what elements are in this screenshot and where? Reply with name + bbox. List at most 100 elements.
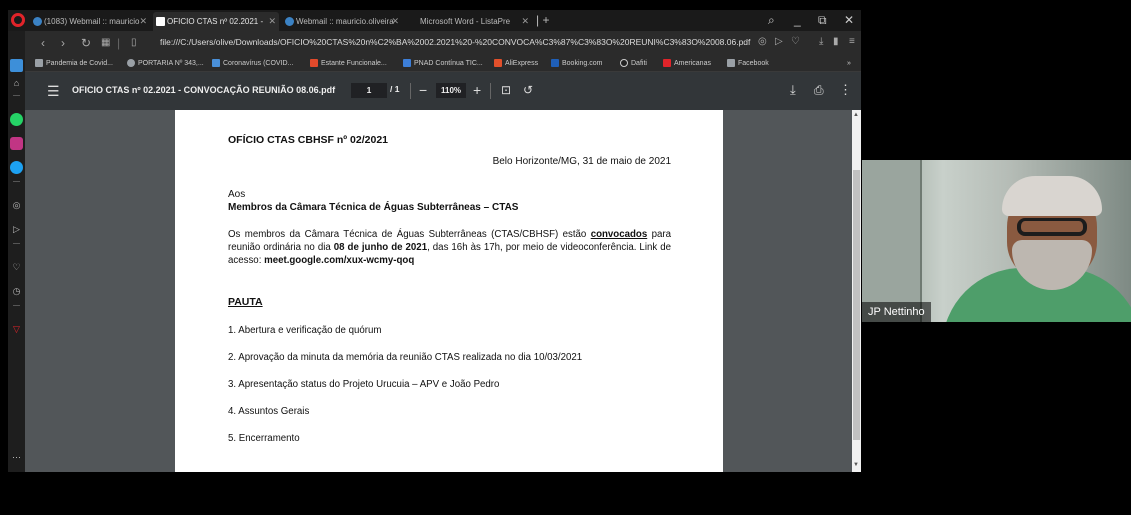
- sidebar-divider: [13, 305, 20, 306]
- bookmark-item[interactable]: AliExpress: [494, 58, 538, 69]
- pauta-item: 3. Apresentação status do Projeto Urucui…: [228, 379, 500, 390]
- toolbar-divider: [490, 83, 491, 99]
- page-icon: [35, 59, 43, 67]
- document-heading: OFÍCIO CTAS CBHSF nº 02/2021: [228, 134, 389, 146]
- participant-video: JP Nettinho: [862, 160, 1131, 322]
- separator: |: [117, 36, 121, 50]
- pauta-item: 5. Encerramento: [228, 433, 300, 444]
- heart-icon[interactable]: ♡: [10, 261, 23, 274]
- print-icon[interactable]: ⎙: [814, 80, 824, 100]
- pauta-item: 1. Abertura e verificação de quórum: [228, 325, 382, 336]
- date-line: Belo Horizonte/MG, 31 de maio de 2021: [492, 156, 671, 167]
- bookmark-label: Dafiti: [631, 60, 647, 67]
- tab-word[interactable]: Microsoft Word - ListaPre ✕: [406, 12, 532, 31]
- document-favicon-icon: [156, 17, 165, 26]
- close-tab-icon[interactable]: ✕: [391, 12, 399, 31]
- history-icon[interactable]: ◷: [10, 285, 23, 298]
- pdf-viewer[interactable]: OFÍCIO CTAS CBHSF nº 02/2021 Belo Horizo…: [25, 110, 861, 472]
- browser-window: (1083) Webmail :: mauricio ✕ OFICIO CTAS…: [8, 10, 861, 472]
- sidebar-divider: [13, 95, 20, 96]
- estante-icon: [310, 59, 318, 67]
- bookmark-item[interactable]: PORTARIA Nº 343,...: [127, 58, 204, 69]
- webmail-favicon-icon: [285, 17, 294, 26]
- close-window-button[interactable]: ✕: [844, 11, 854, 29]
- toolbar-divider: [410, 83, 411, 99]
- bookmark-item[interactable]: Pandemia de Covid...: [35, 58, 113, 69]
- back-icon[interactable]: ‹: [41, 35, 45, 51]
- zoom-out-button[interactable]: −: [419, 80, 427, 100]
- home-icon[interactable]: ⌂: [10, 77, 23, 90]
- scroll-down-icon[interactable]: ▼: [853, 462, 859, 468]
- salutation: Aos: [228, 189, 246, 200]
- reload-icon[interactable]: ↻: [81, 35, 91, 51]
- download-icon[interactable]: ⤓: [819, 36, 823, 47]
- more-icon[interactable]: ⋯: [10, 451, 23, 464]
- speed-dial-icon[interactable]: ◎: [10, 199, 23, 212]
- video-door: [862, 160, 922, 322]
- tab-label: OFICIO CTAS nº 02.2021 -: [167, 17, 264, 26]
- tab-webmail-2[interactable]: Webmail :: mauricio.oliveira ✕: [282, 12, 402, 31]
- close-tab-icon[interactable]: ✕: [268, 12, 276, 31]
- new-tab-button[interactable]: | +: [536, 12, 549, 29]
- pdf-title: OFICIO CTAS nº 02.2021 - CONVOCAÇÃO REUN…: [72, 85, 336, 95]
- tab-webmail-1[interactable]: (1083) Webmail :: mauricio ✕: [30, 12, 150, 31]
- scrollbar[interactable]: ▲ ▼: [852, 110, 861, 472]
- close-tab-icon[interactable]: ✕: [139, 12, 147, 31]
- page-number-input[interactable]: 1: [351, 83, 387, 98]
- bookmark-label: PORTARIA Nº 343,...: [138, 60, 204, 67]
- bookmarks-bar: Pandemia de Covid... PORTARIA Nº 343,...…: [25, 55, 861, 72]
- more-actions-icon[interactable]: ⋮: [839, 80, 852, 100]
- zoom-in-button[interactable]: +: [473, 80, 481, 100]
- player-icon[interactable]: ▷: [10, 223, 23, 236]
- menu-icon[interactable]: ☰: [47, 83, 60, 100]
- tab-pdf-oficio[interactable]: OFICIO CTAS nº 02.2021 - ✕: [153, 12, 279, 31]
- forward-icon[interactable]: ›: [61, 35, 65, 51]
- scroll-up-icon[interactable]: ▲: [853, 112, 859, 118]
- scrollbar-thumb[interactable]: [853, 170, 860, 440]
- tabs-grid-icon[interactable]: ▦: [101, 35, 110, 51]
- pauta-title: PAUTA: [228, 296, 263, 308]
- bookmark-item[interactable]: Dafiti: [620, 58, 647, 69]
- heart-icon[interactable]: ♡: [791, 36, 800, 47]
- recipients: Membros da Câmara Técnica de Águas Subte…: [228, 202, 519, 213]
- tab-strip: (1083) Webmail :: mauricio ✕ OFICIO CTAS…: [8, 10, 861, 31]
- globe-icon: [127, 59, 135, 67]
- workspace-icon[interactable]: [10, 59, 23, 72]
- camera-icon[interactable]: ◎: [758, 36, 767, 47]
- zoom-input[interactable]: 110%: [436, 83, 466, 98]
- tab-search-icon[interactable]: ⌕: [768, 11, 775, 29]
- easy-setup-icon[interactable]: ≡: [849, 36, 855, 47]
- bookmark-item[interactable]: Estante Funcionale...: [310, 58, 387, 69]
- meeting-link: meet.google.com/xux-wcmy-qoq: [264, 255, 415, 266]
- play-icon[interactable]: ▷: [775, 36, 783, 47]
- participant-glasses: [1017, 218, 1087, 236]
- bookmark-item[interactable]: Facebook: [727, 58, 769, 69]
- download-icon[interactable]: ⤓: [790, 80, 796, 100]
- bookmark-label: Estante Funcionale...: [321, 60, 387, 67]
- rotate-icon[interactable]: ↺: [523, 80, 533, 100]
- instagram-icon[interactable]: [10, 137, 23, 150]
- whatsapp-icon[interactable]: [10, 113, 23, 126]
- bookmark-item[interactable]: Booking.com: [551, 58, 602, 69]
- fit-page-icon[interactable]: ⊡: [501, 80, 511, 100]
- sidebar-divider: [13, 243, 20, 244]
- bookmark-item[interactable]: PNAD Contínua TIC...: [403, 58, 483, 69]
- page-icon: [727, 59, 735, 67]
- bookmarks-overflow-icon[interactable]: »: [847, 58, 851, 69]
- aliexpress-icon: [494, 59, 502, 67]
- url-field[interactable]: file:///C:/Users/olive/Downloads/OFICIO%…: [160, 37, 750, 47]
- battery-icon[interactable]: ▮: [833, 36, 839, 47]
- twitter-icon[interactable]: [10, 161, 23, 174]
- participant-hair: [1002, 176, 1102, 216]
- opera-logo-icon[interactable]: [11, 13, 25, 27]
- bookmark-label: AliExpress: [505, 60, 539, 67]
- minimize-button[interactable]: _: [794, 11, 801, 29]
- flow-icon[interactable]: ▽: [10, 323, 23, 336]
- webmail-favicon-icon: [33, 17, 42, 26]
- bookmark-item[interactable]: Americanas: [663, 58, 711, 69]
- close-tab-icon[interactable]: ✕: [521, 12, 529, 31]
- bookmark-item[interactable]: Coronavírus (COVID...: [212, 58, 293, 69]
- restore-button[interactable]: ⧉: [818, 11, 827, 29]
- pdf-page: OFÍCIO CTAS CBHSF nº 02/2021 Belo Horizo…: [175, 110, 723, 472]
- body-emphasis: convocados: [590, 229, 648, 240]
